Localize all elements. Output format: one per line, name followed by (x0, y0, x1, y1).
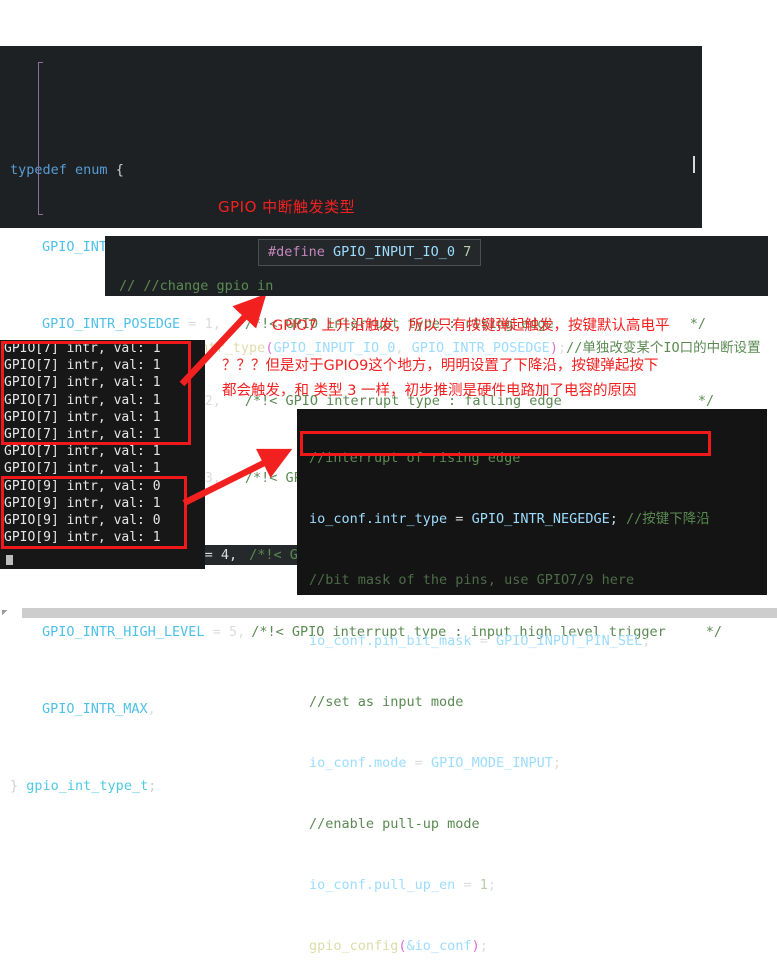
typedef-name: gpio_int_type_t (26, 778, 149, 794)
brace-guide-top-tick (38, 62, 43, 63)
semicolon: ; (479, 938, 488, 954)
brace-guide-line (38, 62, 39, 214)
semicolon: ; (552, 755, 561, 771)
assign-op: = (471, 633, 496, 649)
terminal-output-panel[interactable]: GPIO[7] intr, val: 1 GPIO[7] intr, val: … (0, 340, 205, 555)
assigned-constant: GPIO_MODE_INPUT (430, 755, 553, 771)
terminal-line: GPIO[7] intr, val: 1 (4, 444, 161, 460)
terminal-line: GPIO[7] intr, val: 1 (4, 341, 161, 356)
call-argument: &io_conf (406, 938, 472, 954)
member-lhs: io_conf.mode (309, 755, 407, 771)
code-line-change-gpio-comment: // //change gpio in (105, 274, 768, 298)
code-comment-interrupt-rising: //interrupt of rising edge (297, 447, 767, 470)
terminal-line: GPIO[7] intr, val: 1 (4, 426, 161, 442)
brace-guide-bottom-tick (38, 214, 43, 215)
close-paren: ) (471, 938, 480, 954)
enum-const-comma: , (147, 701, 156, 717)
chinese-inline-comment: //按键下降沿 (617, 511, 710, 527)
terminal-line: GPIO[7] intr, val: 1 (4, 461, 161, 477)
terminal-line: GPIO[7] intr, val: 1 (4, 392, 161, 408)
terminal-line: GPIO[7] intr, val: 1 (4, 358, 161, 374)
open-brace: { (115, 162, 124, 178)
comment-text: //enable pull-up mode (309, 816, 480, 832)
assign-op: = (447, 511, 472, 527)
function-name: gpio_config (309, 938, 399, 954)
macro-value: 7 (463, 244, 472, 260)
code-comment-bit-mask: //bit mask of the pins, use GPIO7/9 here (297, 569, 767, 592)
code-comment-pullup: //enable pull-up mode (297, 813, 767, 836)
gpio-config-code-block: //interrupt of rising edge io_conf.intr_… (297, 409, 767, 954)
terminal-line: GPIO[7] intr, val: 1 (4, 375, 161, 391)
code-line-pull-up-en: io_conf.pull_up_en = 1; (297, 874, 767, 897)
semicolon: ; (148, 778, 157, 794)
assign-op: = (455, 877, 480, 893)
keyword-enum: enum (75, 162, 108, 178)
text-cursor (693, 156, 695, 173)
code-comment-set-input: //set as input mode (297, 691, 767, 714)
terminal-line: GPIO[7] intr, val: 1 (4, 409, 161, 425)
macro-name: GPIO_INPUT_IO_0 (333, 244, 455, 260)
code-line-intr-type: io_conf.intr_type = GPIO_INTR_NEGEDGE; /… (297, 508, 767, 531)
code-line-mode: io_conf.mode = GPIO_MODE_INPUT; (297, 752, 767, 775)
comment-text: //bit mask of the pins, use GPIO7/9 here (309, 572, 635, 588)
gpio-set-intr-type-block: // //change gpio in gpio_set_intr_type(G… (105, 236, 768, 356)
inline-comment: // //change gpio in (119, 278, 274, 294)
terminal-line: GPIO[9] intr, val: 1 (4, 495, 161, 511)
code-line-typedef-close: } gpio_int_type_t; (0, 776, 702, 796)
member-lhs: io_conf.intr_type (309, 511, 448, 527)
assigned-constant: GPIO_INTR_NEGEDGE (471, 511, 610, 527)
semicolon: ; (609, 511, 618, 527)
annotation-gpio9-note: ？？？但是对于GPIO9这个地方，明明设置了下降沿，按键弹起按下 都会触发，和 … (222, 354, 767, 404)
directive-define: #define (268, 244, 325, 260)
assigned-constant: GPIO_INPUT_PIN_SEL (495, 633, 643, 649)
enum-const-name: GPIO_INTR_MAX (42, 701, 148, 717)
close-brace: } (10, 778, 19, 794)
annotation-gpio9-note-line1: ？？？但是对于GPIO9这个地方，明明设置了下降沿，按键弹起按下 (222, 358, 659, 374)
open-paren: ( (398, 938, 407, 954)
terminal-line: GPIO[9] intr, val: 0 (4, 512, 161, 528)
semicolon: ; (487, 877, 496, 893)
annotation-enum-label: GPIO 中断触发类型 (218, 198, 356, 216)
member-lhs: io_conf.pull_up_en (309, 877, 456, 893)
assigned-value: 1 (479, 877, 488, 893)
comment-text: //interrupt of rising edge (309, 450, 521, 466)
define-hover-tooltip: #define GPIO_INPUT_IO_0 7 (258, 239, 482, 266)
terminal-line: GPIO[9] intr, val: 1 (4, 530, 161, 546)
code-line-pin-bit-mask: io_conf.pin_bit_mask = GPIO_INPUT_PIN_SE… (297, 630, 767, 653)
scrollbar-track[interactable] (22, 608, 777, 618)
annotation-gpio7-note: GPIO7 上升沿触发，所以只有按键弹起触发，按键默认高电平 (272, 318, 670, 334)
terminal-bottom-filler (0, 555, 205, 569)
assign-op: = (406, 755, 431, 771)
semicolon: ; (642, 633, 651, 649)
terminal-line: GPIO[9] intr, val: 0 (4, 478, 161, 494)
code-line-typedef: typedef enum { (0, 160, 702, 180)
code-line-gpio-config-call: gpio_config(&io_conf); (297, 935, 767, 958)
resize-corner-icon: ◤ (2, 608, 8, 618)
comment-text: //set as input mode (309, 694, 464, 710)
terminal-cursor (6, 555, 13, 565)
annotation-gpio9-note-line2: 都会触发，和 类型 3 一样，初步推测是硬件电路加了电容的原因 (222, 383, 637, 399)
member-lhs: io_conf.pin_bit_mask (309, 633, 472, 649)
horizontal-scrollbar[interactable]: ◤ (0, 607, 777, 619)
enum-const-value: = 5, (212, 624, 246, 640)
enum-const-value: = 4, (204, 547, 238, 563)
enum-const-name: GPIO_INTR_HIGH_LEVEL (42, 624, 205, 640)
